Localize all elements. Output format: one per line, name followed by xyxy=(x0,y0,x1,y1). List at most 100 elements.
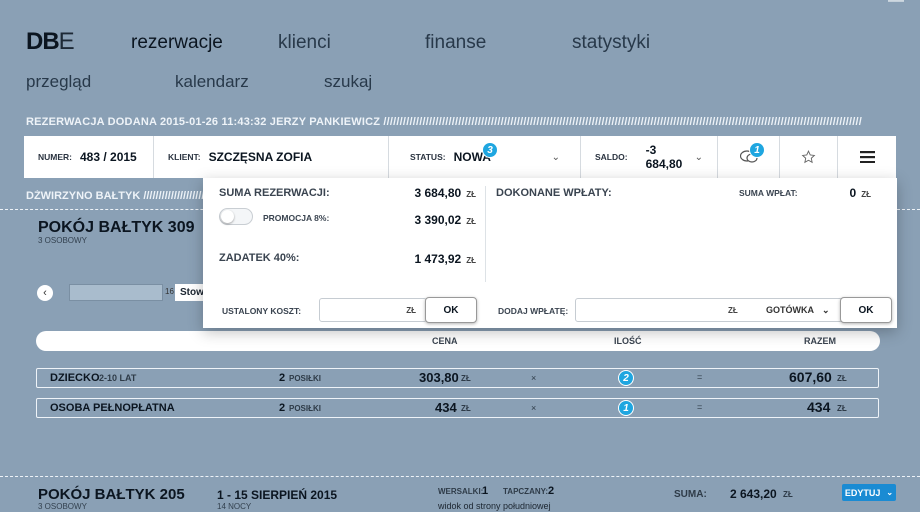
row-price: 434 xyxy=(435,400,457,415)
col-ilosc: ILOŚĆ xyxy=(614,336,642,346)
reservation-topbar: NUMER: 483 / 2015 KLIENT: SZCZĘSNA ZOFIA… xyxy=(24,136,896,178)
numer-cell: NUMER: 483 / 2015 xyxy=(24,136,154,178)
row-times: × xyxy=(531,373,537,383)
small-number: 16 xyxy=(165,287,174,296)
room-dates: 1 - 15 SIERPIEŃ 2015 xyxy=(217,488,338,502)
wersalki-value: 1 xyxy=(482,485,489,497)
zadatek-value: 1 473,92 ZŁ xyxy=(415,252,477,266)
chevron-down-icon: ⌄ xyxy=(694,151,703,163)
row-equals: = xyxy=(697,402,703,412)
currency: ZŁ xyxy=(861,190,871,199)
row-currency: ZŁ xyxy=(461,374,471,383)
date-range-input[interactable] xyxy=(69,284,163,301)
currency: ZŁ xyxy=(466,256,476,265)
app-logo[interactable]: DBE xyxy=(26,28,75,56)
row-equals: = xyxy=(697,372,703,382)
klient-value: SZCZĘSNA ZOFIA xyxy=(208,150,313,164)
saldo-panel: SUMA REZERWACJI: 3 684,80 ZŁ PROMOCJA 8%:… xyxy=(203,178,897,328)
edit-label: EDYTUJ xyxy=(844,487,881,498)
suma-rezerwacji-amount: 3 684,80 xyxy=(414,186,462,200)
saldo-label: SALDO: xyxy=(595,152,628,162)
currency: ZŁ xyxy=(466,217,476,226)
row-count-badge[interactable]: 1 xyxy=(618,400,634,416)
suma-wplat-value: 0 ZŁ xyxy=(850,186,871,200)
promocja-value: 3 390,02 ZŁ xyxy=(415,213,477,227)
saldo-value: -3 684,80 xyxy=(645,143,683,171)
count-badge: 1 xyxy=(618,400,634,416)
logo-bold: DB xyxy=(26,28,60,55)
table-row[interactable]: DZIECKO 2-10 LAT 2 POSIŁKI 303,80 ZŁ × 2… xyxy=(36,368,879,388)
edit-button[interactable]: EDYTUJ ⌄ xyxy=(842,484,896,501)
klient-cell[interactable]: KLIENT: SZCZĘSNA ZOFIA xyxy=(154,136,389,178)
dodaj-wplate-input[interactable]: ZŁ GOTÓWKA ⌄ xyxy=(575,298,843,322)
suma-rezerwacji-value: 3 684,80 ZŁ xyxy=(415,186,477,200)
currency: ZŁ xyxy=(728,306,738,315)
row-unit: POSIŁKI xyxy=(289,374,322,383)
logo-light: E xyxy=(58,28,75,55)
favorite-button[interactable] xyxy=(780,136,838,178)
table-header: CENA ILOŚĆ RAZEM xyxy=(36,331,880,351)
row-total-currency: ZŁ xyxy=(837,404,847,413)
star-icon xyxy=(801,150,816,164)
payment-method-select[interactable]: GOTÓWKA ⌄ xyxy=(766,305,830,316)
suma-value: 2 643,20 xyxy=(730,487,777,501)
reservation-added-header: REZERWACJA DODANA 2015-01-26 11:43:32 JE… xyxy=(26,116,863,128)
menu-button[interactable] xyxy=(838,136,896,178)
chevron-down-icon: ⌄ xyxy=(886,488,894,497)
saldo-dropdown[interactable]: SALDO: -3 684,80 ⌄ xyxy=(581,136,718,178)
subnav-przeglad[interactable]: przegląd xyxy=(26,72,91,92)
row-times: × xyxy=(531,403,537,413)
messages-button[interactable]: 1 xyxy=(718,136,780,178)
payment-method-value: GOTÓWKA xyxy=(766,305,814,315)
row-currency: ZŁ xyxy=(461,404,471,413)
suma-currency: ZŁ xyxy=(783,490,793,499)
currency: ZŁ xyxy=(406,306,416,315)
row-qty: 2 xyxy=(279,372,286,384)
currency: ZŁ xyxy=(466,190,476,199)
chevron-left-icon[interactable]: ‹ xyxy=(37,285,53,301)
room-nights: 14 NOCY xyxy=(217,502,252,511)
dodaj-wplate-label: DODAJ WPŁATĘ: xyxy=(498,306,569,316)
suma-wplat-amount: 0 xyxy=(849,186,857,200)
wplaty-label: DOKONANE WPŁATY: xyxy=(496,187,612,199)
zadatek-amount: 1 473,92 xyxy=(414,252,462,266)
ustalony-koszt-input[interactable]: ZŁ xyxy=(319,298,427,322)
promotion-toggle[interactable] xyxy=(219,208,253,225)
suma-wplat-label: SUMA WPŁAT: xyxy=(739,188,798,198)
wersalki-label: WERSALKI: xyxy=(438,487,484,496)
nav-rezerwacje[interactable]: rezerwacje xyxy=(131,32,223,54)
nav-finanse[interactable]: finanse xyxy=(425,32,486,54)
board-select[interactable]: Stowa xyxy=(175,284,205,301)
tapczany-value: 2 xyxy=(548,485,555,497)
room-subtitle: 3 OSOBOWY xyxy=(38,502,87,511)
row-qty: 2 xyxy=(279,402,286,414)
klient-label: KLIENT: xyxy=(168,152,201,162)
row-count-badge[interactable]: 2 xyxy=(618,370,634,386)
subnav-szukaj[interactable]: szukaj xyxy=(324,72,372,92)
col-cena: CENA xyxy=(432,336,458,346)
table-row[interactable]: OSOBA PEŁNOPŁATNA 2 POSIŁKI 434 ZŁ × 1 =… xyxy=(36,398,879,418)
section-divider xyxy=(0,476,920,477)
nav-klienci[interactable]: klienci xyxy=(278,32,331,54)
room-note: widok od strony południowej xyxy=(438,501,551,511)
ustalony-koszt-label: USTALONY KOSZT: xyxy=(222,306,302,316)
row-name: OSOBA PEŁNOPŁATNA xyxy=(50,402,175,414)
numer-value: 483 / 2015 xyxy=(80,150,137,164)
messages-badge: 1 xyxy=(749,142,765,158)
row-age: 2-10 LAT xyxy=(99,373,137,383)
status-dropdown[interactable]: STATUS: NOWA 3 ⌄ xyxy=(389,136,581,178)
count-badge: 2 xyxy=(618,370,634,386)
row-price: 303,80 xyxy=(419,370,459,385)
suma-rezerwacji-label: SUMA REZERWACJI: xyxy=(219,187,330,199)
col-razem: RAZEM xyxy=(804,336,836,346)
building-title: DŹWIRZYNO BAŁTYK ///////////////////////… xyxy=(26,190,206,202)
room-title: POKÓJ BAŁTYK 309 xyxy=(38,219,195,236)
ok-button[interactable]: OK xyxy=(840,297,892,323)
tapczany-label: TAPCZANY: xyxy=(503,487,549,496)
ok-button[interactable]: OK xyxy=(425,297,477,323)
subnav-kalendarz[interactable]: kalendarz xyxy=(175,72,249,92)
close-icon[interactable]: — xyxy=(888,0,904,10)
chevron-down-icon: ⌄ xyxy=(551,151,560,163)
nav-statystyki[interactable]: statystyki xyxy=(572,32,650,54)
hamburger-menu-icon xyxy=(859,151,875,163)
